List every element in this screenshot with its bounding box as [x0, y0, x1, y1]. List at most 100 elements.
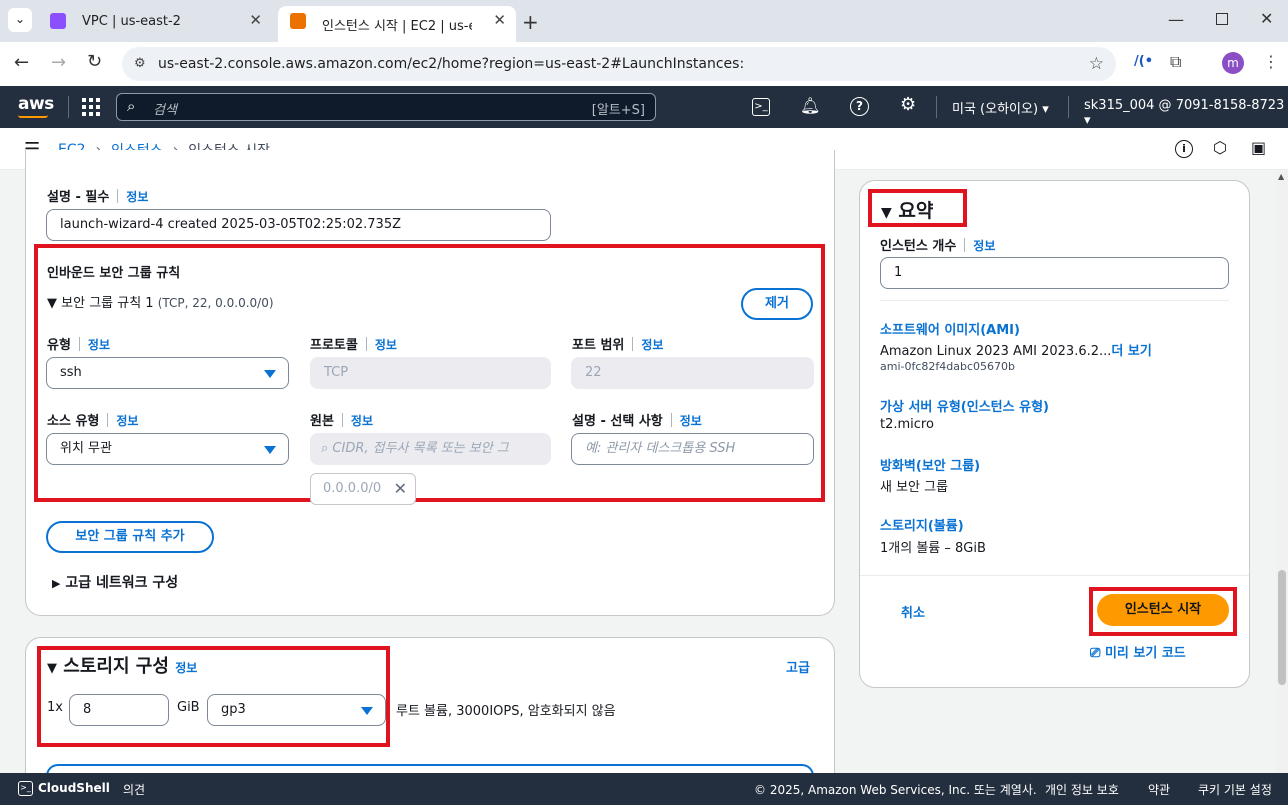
firewall-link[interactable]: 방화벽(보안 그룹)	[880, 455, 980, 474]
dismiss-token-icon[interactable]: ✕	[394, 474, 407, 504]
privacy-link[interactable]: 개인 정보 보호	[1045, 781, 1119, 798]
remove-rule-button[interactable]: 제거	[741, 288, 813, 320]
ami-link[interactable]: 소프트웨어 이미지(AMI)	[880, 319, 1020, 338]
info-link[interactable]: 정보	[351, 414, 373, 428]
notifications-panel-icon[interactable]: ⬡	[1213, 138, 1227, 157]
aws-logo[interactable]: aws	[18, 94, 54, 114]
cookie-preferences-link[interactable]: 쿠키 기본 설정	[1198, 781, 1272, 798]
caret-down-icon: ▼	[47, 661, 57, 676]
rule-expander[interactable]: ▼ 보안 그룹 규칙 1 (TCP, 22, 0.0.0.0/0)	[47, 292, 274, 311]
tab-label: VPC | us-east-2	[82, 13, 181, 29]
minimize-icon[interactable]: —	[1168, 10, 1184, 29]
info-link[interactable]: 정보	[175, 661, 197, 675]
sg-description-input[interactable]: launch-wizard-4 created 2025-03-05T02:25…	[46, 209, 551, 241]
address-bar[interactable]: ⚙ us-east-2.console.aws.amazon.com/ec2/h…	[122, 47, 1116, 81]
rule-detail: (TCP, 22, 0.0.0.0/0)	[157, 296, 274, 310]
add-rule-button[interactable]: 보안 그룹 규칙 추가	[46, 521, 214, 553]
advanced-network-expander[interactable]: ▶ 고급 네트워크 구성	[52, 572, 178, 592]
divider	[880, 300, 1229, 301]
extensions-puzzle-icon[interactable]: ⧉	[1170, 52, 1181, 72]
region-selector[interactable]: 미국 (오하이오) ▾	[952, 98, 1049, 117]
search-icon: ⌕	[321, 441, 329, 456]
search-input[interactable]: ⌕ 검색 [알트+S]	[116, 93, 656, 121]
instance-count-input[interactable]: 1	[880, 257, 1229, 289]
tab-search-chevron-icon[interactable]: ⌄	[8, 8, 32, 32]
close-tab-icon[interactable]: ✕	[493, 11, 506, 29]
bookmark-star-icon[interactable]: ☆	[1089, 47, 1104, 81]
volume-unit: GiB	[177, 700, 200, 715]
maximize-icon[interactable]	[1216, 13, 1228, 25]
storage-summary-link[interactable]: 스토리지(볼륨)	[880, 515, 964, 534]
storage-expander[interactable]: ▼ 스토리지 구성 정보	[47, 652, 197, 678]
account-menu[interactable]: sk315_004 @ 7091-8158-8723 ▾	[1084, 98, 1288, 128]
notifications-bell-icon[interactable]: 🔔︎	[800, 96, 820, 115]
chevron-down-icon: ▾	[1084, 113, 1091, 128]
info-link[interactable]: 정보	[641, 338, 663, 352]
rule-description-input[interactable]: 예: 관리자 데스크톱용 SSH	[571, 433, 814, 465]
services-grid-icon[interactable]	[82, 98, 100, 116]
info-link[interactable]: 정보	[375, 338, 397, 352]
source-input[interactable]: ⌕ CIDR, 접두사 목록 또는 보안 그	[310, 433, 551, 465]
rule-title: 보안 그룹 규칙 1	[61, 296, 154, 311]
port-range-label: 포트 범위 정보	[572, 337, 664, 353]
cancel-button[interactable]: 취소	[901, 602, 925, 621]
firewall-value: 새 보안 그룹	[880, 480, 949, 495]
page-scrollbar[interactable]: ▲	[1276, 170, 1288, 773]
close-tab-icon[interactable]: ✕	[249, 11, 262, 29]
browser-menu-icon[interactable]: ⋮	[1263, 52, 1279, 71]
scrollbar-thumb[interactable]	[1278, 570, 1286, 685]
info-link[interactable]: 정보	[680, 414, 702, 428]
type-label: 유형 정보	[47, 337, 111, 353]
ami-value: Amazon Linux 2023 AMI 2023.6.2...더 보기	[880, 340, 1152, 359]
profile-avatar[interactable]: m	[1222, 52, 1244, 74]
feedback-panel-icon[interactable]: ▣	[1251, 138, 1266, 157]
close-window-icon[interactable]: ✕	[1260, 9, 1273, 28]
preview-code-link[interactable]: ⎚ 미리 보기 코드	[1090, 642, 1186, 661]
volume-type-value: gp3	[221, 702, 246, 717]
reload-icon[interactable]: ↻	[87, 51, 102, 72]
launch-instance-button[interactable]: 인스턴스 시작	[1097, 594, 1229, 626]
sg-description-label: 설명 - 필수 정보	[47, 189, 149, 205]
help-icon[interactable]: ?	[850, 97, 869, 116]
search-placeholder: 검색	[153, 103, 177, 118]
feedback-link[interactable]: 의견	[123, 781, 145, 798]
ami-more-link[interactable]: 더 보기	[1111, 344, 1151, 359]
scroll-up-icon[interactable]: ▲	[1278, 172, 1284, 181]
port-range-field: 22	[571, 357, 814, 389]
nav-divider	[936, 96, 937, 118]
source-type-value: 위치 무관	[60, 441, 112, 456]
info-link[interactable]: 정보	[126, 190, 148, 204]
storage-advanced-link[interactable]: 고급	[786, 657, 810, 676]
search-icon: ⌕	[127, 97, 136, 115]
nav-divider	[1068, 96, 1069, 118]
site-info-icon[interactable]: ⚙	[134, 47, 146, 81]
instance-type-value: t2.micro	[880, 417, 934, 432]
volume-type-select[interactable]: gp3	[207, 694, 386, 726]
terms-link[interactable]: 약관	[1148, 781, 1170, 798]
cloudshell-icon[interactable]: >_	[752, 98, 770, 116]
code-preview-icon: ⎚	[1090, 646, 1101, 661]
cloudshell-icon[interactable]: >_	[18, 781, 33, 796]
source-type-select[interactable]: 위치 무관	[46, 433, 289, 465]
info-panel-icon[interactable]: i	[1175, 140, 1193, 158]
caret-right-icon: ▶	[52, 577, 61, 590]
volume-size-input[interactable]: 8	[69, 694, 169, 726]
info-link[interactable]: 정보	[973, 239, 995, 253]
back-icon[interactable]: ←	[14, 52, 29, 73]
storage-title: 스토리지 구성	[63, 656, 169, 677]
instance-type-link[interactable]: 가상 서버 유형(인스턴스 유형)	[880, 396, 1049, 415]
caret-down-icon: ▼	[881, 205, 892, 221]
new-tab-icon[interactable]: +	[522, 10, 539, 34]
info-link[interactable]: 정보	[116, 414, 138, 428]
inbound-rules-title: 인바운드 보안 그룹 규칙	[47, 266, 181, 281]
summary-expander[interactable]: ▼ 요약	[881, 196, 933, 223]
browser-tab-strip: ⌄ VPC | us-east-2 ✕ 인스턴스 시작 | EC2 | us-e…	[0, 0, 1288, 42]
forward-icon[interactable]: →	[51, 52, 66, 73]
extension-icon[interactable]: /(•	[1134, 54, 1153, 69]
cloudshell-link[interactable]: CloudShell	[38, 781, 110, 795]
browser-tab-ec2[interactable]: 인스턴스 시작 | EC2 | us-east-2 ✕	[278, 6, 516, 42]
type-select[interactable]: ssh	[46, 357, 289, 389]
settings-gear-icon[interactable]: ⚙	[900, 94, 916, 115]
info-link[interactable]: 정보	[88, 338, 110, 352]
browser-tab-vpc[interactable]: VPC | us-east-2 ✕	[38, 6, 272, 36]
